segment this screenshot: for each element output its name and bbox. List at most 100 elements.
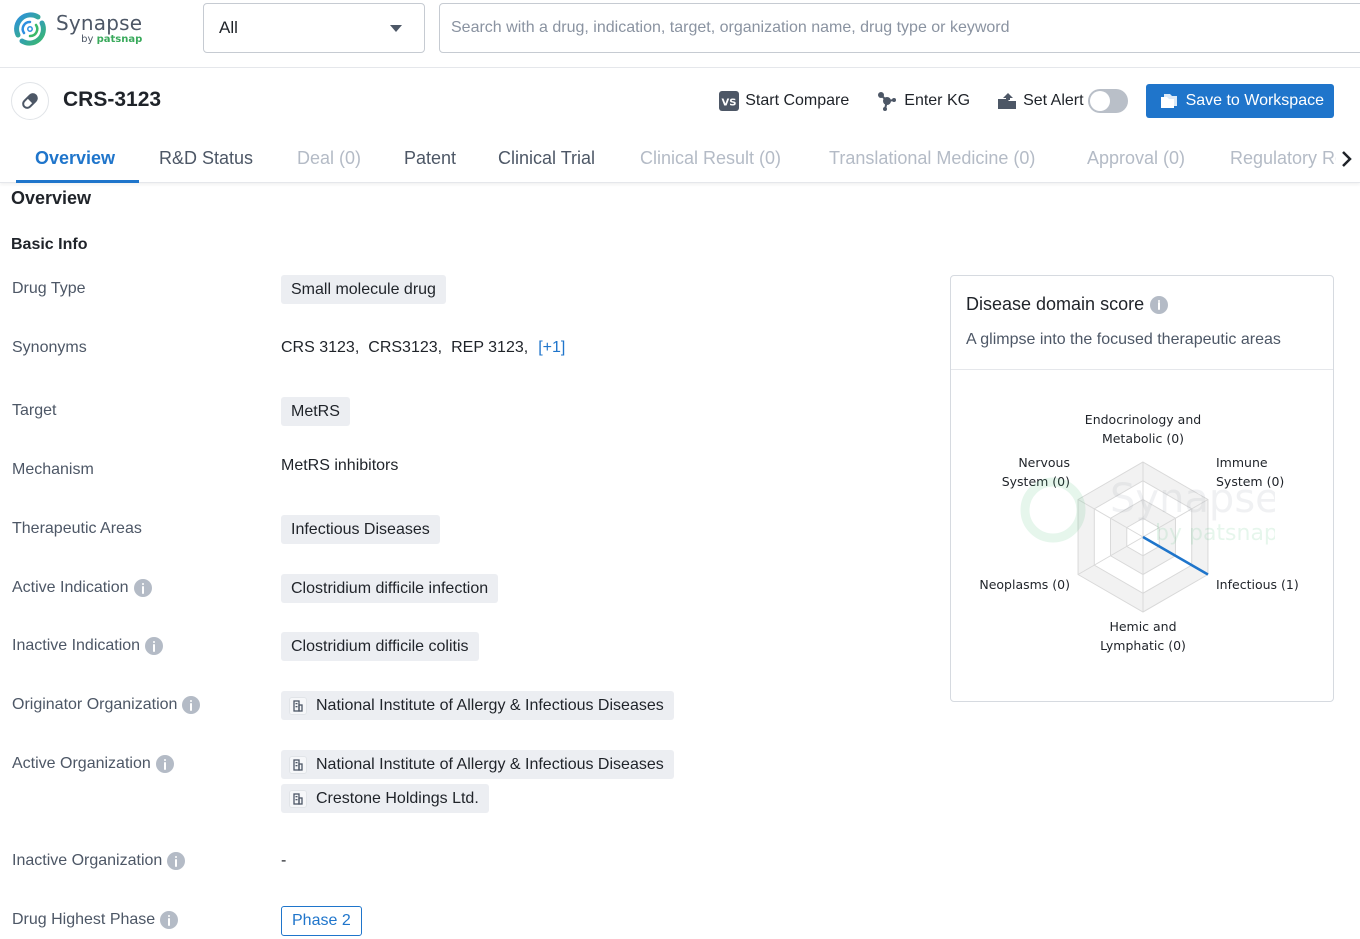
- synapse-logo-icon: [14, 12, 46, 46]
- folder-icon: [1160, 94, 1177, 108]
- tab-clinical-result[interactable]: Clinical Result (0): [640, 148, 781, 169]
- highest-phase-label-text: Drug Highest Phase: [12, 911, 156, 928]
- target-tag[interactable]: MetRS: [281, 397, 350, 426]
- target-label: Target: [12, 402, 57, 419]
- info-icon[interactable]: [155, 755, 174, 773]
- drug-type-value: Small molecule drug: [281, 275, 446, 304]
- inactive-org-value: -: [281, 852, 287, 869]
- tab-patent[interactable]: Patent: [404, 148, 456, 169]
- disease-domain-card: Disease domain score A glimpse into the …: [950, 275, 1334, 702]
- highest-phase-value: Phase 2: [281, 906, 362, 936]
- originator-org-label-text: Originator Organization: [12, 696, 178, 713]
- tab-rd-status[interactable]: R&D Status: [159, 148, 253, 169]
- overview-heading: Overview: [11, 188, 92, 208]
- inactive-indication-label: Inactive Indication: [12, 637, 164, 655]
- inactive-indication-value: Clostridium difficile colitis: [281, 632, 479, 661]
- organization-name: National Institute of Allergy & Infectio…: [316, 755, 664, 773]
- radar-axis-label: Neoplasms (0): [979, 577, 1070, 592]
- info-icon[interactable]: [182, 696, 201, 714]
- inactive-indication-label-text: Inactive Indication: [12, 637, 141, 654]
- set-alert-label: Set Alert: [1023, 92, 1084, 109]
- tab-regulatory-review[interactable]: Regulatory Review: [1230, 148, 1340, 169]
- drug-type-tag[interactable]: Small molecule drug: [281, 275, 446, 304]
- originator-org-label: Originator Organization: [12, 696, 201, 714]
- alert-bell-icon: [998, 93, 1017, 109]
- active-org-value-1: National Institute of Allergy & Infectio…: [281, 750, 674, 779]
- card-title-text: Disease domain score: [966, 294, 1145, 314]
- save-to-workspace-label: Save to Workspace: [1185, 92, 1324, 109]
- start-compare-label: Start Compare: [745, 92, 850, 109]
- radar-axis-label: Immune System (0): [1216, 455, 1284, 489]
- compare-icon: VS: [719, 91, 740, 111]
- inactive-org-label: Inactive Organization: [12, 852, 186, 870]
- tab-overview[interactable]: Overview: [35, 148, 115, 169]
- building-icon: [289, 789, 307, 808]
- info-icon[interactable]: [167, 852, 186, 870]
- synonyms-more-link[interactable]: [+1]: [538, 339, 565, 357]
- organization-tag[interactable]: National Institute of Allergy & Infectio…: [281, 691, 674, 720]
- active-indication-label-text: Active Indication: [12, 579, 129, 596]
- drug-title: CRS-3123: [63, 88, 162, 111]
- drug-header: CRS-3123 VS Start Compare Enter KG Set A…: [0, 69, 1360, 133]
- tab-deal[interactable]: Deal (0): [297, 148, 361, 169]
- mechanism-value: MetRS inhibitors: [281, 457, 399, 474]
- app-name: Synapse: [56, 11, 143, 35]
- active-org-label: Active Organization: [12, 755, 174, 773]
- phase-badge[interactable]: Phase 2: [281, 906, 362, 936]
- info-icon[interactable]: [1150, 295, 1169, 314]
- active-indication-label: Active Indication: [12, 579, 152, 597]
- scope-value: All: [219, 18, 238, 37]
- app-byline: by patsnap: [56, 35, 142, 45]
- active-org-label-text: Active Organization: [12, 755, 151, 772]
- active-org-value-2: Crestone Holdings Ltd.: [281, 784, 489, 813]
- active-tab-indicator: [16, 180, 139, 183]
- originator-org-value: National Institute of Allergy & Infectio…: [281, 691, 674, 720]
- disease-domain-radar-chart: Endocrinology and Metabolic (0) Immune Syst…: [979, 412, 1299, 653]
- radar-axis-label: Hemic and Lymphatic (0): [1100, 619, 1186, 653]
- radar-axis-label: Endocrinology and Metabolic (0): [1085, 412, 1201, 446]
- caret-down-icon: [390, 25, 402, 32]
- search-scope-select[interactable]: All: [203, 3, 425, 53]
- basic-info-heading: Basic Info: [11, 236, 88, 253]
- info-icon[interactable]: [145, 637, 164, 655]
- start-compare-button[interactable]: VS Start Compare: [719, 91, 849, 111]
- active-indication-tag[interactable]: Clostridium difficile infection: [281, 574, 499, 603]
- toggle-knob: [1089, 91, 1110, 111]
- organization-tag[interactable]: Crestone Holdings Ltd.: [281, 784, 489, 813]
- drug-type-label: Drug Type: [12, 280, 86, 297]
- top-bar: Synapse by patsnap All: [0, 0, 1360, 68]
- tab-strip: Overview R&D Status Deal (0) Patent Clin…: [0, 133, 1340, 183]
- tab-approval[interactable]: Approval (0): [1087, 148, 1185, 169]
- synonyms-value: CRS 3123, CRS3123, REP 3123, [+1]: [281, 339, 565, 357]
- tabs-scroll-right-button[interactable]: [1336, 147, 1356, 171]
- therapeutic-area-tag[interactable]: Infectious Diseases: [281, 515, 440, 544]
- therapeutic-areas-label: Therapeutic Areas: [12, 520, 142, 537]
- set-alert-control: Set Alert: [997, 89, 1128, 113]
- knowledge-graph-icon: [878, 92, 897, 111]
- synonym: CRS 3123,: [281, 339, 360, 356]
- synonym: REP 3123,: [451, 339, 529, 356]
- byline-by: by: [81, 34, 94, 45]
- info-icon[interactable]: [160, 911, 179, 929]
- tab-translational-medicine[interactable]: Translational Medicine (0): [829, 148, 1035, 169]
- card-title: Disease domain score: [966, 294, 1318, 315]
- pill-icon: [11, 82, 49, 120]
- svg-text:VS: VS: [722, 98, 737, 109]
- chevron-right-icon: [1342, 151, 1352, 167]
- save-to-workspace-button[interactable]: Save to Workspace: [1145, 84, 1334, 118]
- synapse-logo[interactable]: Synapse by patsnap: [10, 9, 142, 49]
- inactive-indication-tag[interactable]: Clostridium difficile colitis: [281, 632, 479, 661]
- target-value: MetRS: [281, 397, 350, 426]
- inactive-org-label-text: Inactive Organization: [12, 852, 163, 869]
- therapeutic-areas-value: Infectious Diseases: [281, 515, 440, 544]
- search-input[interactable]: [439, 3, 1360, 53]
- enter-kg-button[interactable]: Enter KG: [876, 90, 970, 112]
- enter-kg-label: Enter KG: [904, 92, 971, 109]
- tab-clinical-trial[interactable]: Clinical Trial: [498, 148, 595, 169]
- set-alert-toggle[interactable]: [1087, 89, 1128, 113]
- organization-tag[interactable]: National Institute of Allergy & Infectio…: [281, 750, 674, 779]
- radar-axis-label: Infectious (1): [1216, 577, 1299, 592]
- building-icon: [289, 696, 307, 715]
- radar-axis-label: Nervous System (0): [1002, 455, 1070, 489]
- info-icon[interactable]: [133, 579, 152, 597]
